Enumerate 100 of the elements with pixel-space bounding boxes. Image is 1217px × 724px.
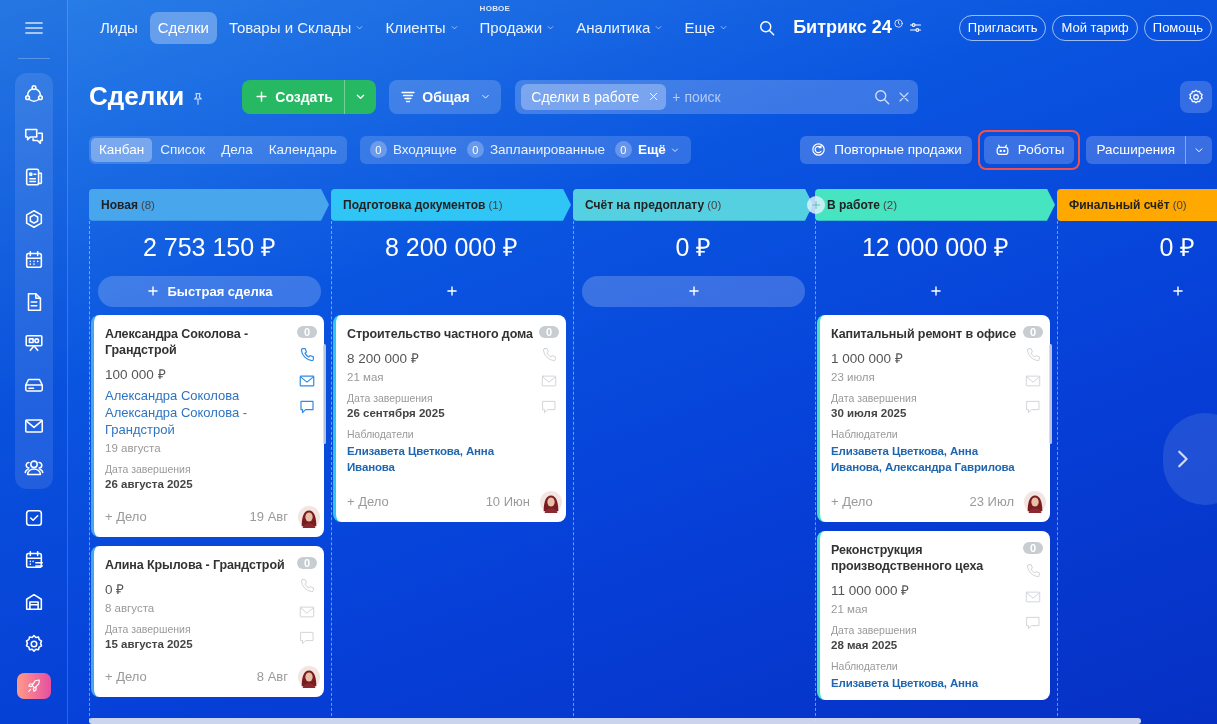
view-tab[interactable]: Канбан [91,137,153,162]
column-total: 2 753 150 ₽ [141,231,278,263]
deadline-date: 26 августа 2025 [105,477,194,490]
created-date: 23 июля [831,370,876,383]
observer-link[interactable]: Елизавета Цветкова, Анна Иванова, Александра Гаврилова [831,442,1021,475]
contact-link[interactable]: Александра Соколова [105,386,295,404]
column-total: 12 000 000 ₽ [860,231,1011,263]
plus-icon [810,198,822,211]
nav-tab[interactable]: Аналитика [568,11,673,44]
stage-title: В работе [827,197,880,212]
quick-deal-button[interactable]: Быстрая сделка [98,275,321,307]
counter-link[interactable]: Запланированные [489,142,605,158]
scrollbar[interactable] [89,718,1141,724]
stage-title: Счёт на предоплату [585,197,705,212]
stage-header[interactable]: В работе (2) [815,188,1055,221]
deal-amount: 8 200 000 ₽ [347,349,420,367]
deal-title[interactable]: Алина Крылова - Грандстрой [105,556,295,573]
view-tab[interactable]: Календарь [260,137,345,162]
activity-date: 23 Июл [969,494,1014,510]
brand-logo: Битрикс 24 [793,17,892,39]
nav-tab[interactable]: Клиенты [377,11,468,44]
page-title: Сделки [89,81,185,113]
contact-link[interactable]: Александра Соколова - Грандстрой [105,403,295,438]
view-tab[interactable]: Дела [213,137,261,162]
observer-link[interactable]: Елизавета Цветкова, Анна Иванова [347,442,537,475]
activity-date: 19 Авг [249,509,288,525]
created-date: 21 мая [347,370,385,383]
search-input[interactable]: + поиск [672,88,873,105]
stage-count: (0) [1172,198,1187,211]
create-menu-button[interactable] [344,79,377,114]
column-total: 8 200 000 ₽ [383,231,520,263]
deadline-date: 30 июля 2025 [831,406,908,419]
presentation-board-icon[interactable] [22,332,45,354]
clock-icon [892,18,904,30]
nav-tab[interactable]: Сделки [149,11,217,44]
stage-title: Финальный счёт [1069,197,1170,212]
deal-amount: 100 000 ₽ [105,365,167,383]
avatar [540,490,562,513]
field-label: Дата завершения [831,391,918,404]
column-total: 0 ₽ [674,231,713,263]
field-label: Наблюдатели [831,427,899,440]
add-activity-link[interactable]: + Дело [105,669,147,685]
extensions-button[interactable]: Расширения [1086,135,1185,164]
deal-amount: 11 000 000 ₽ [831,581,911,599]
counter-link[interactable]: Ещё [637,142,681,158]
created-date: 21 мая [831,602,869,615]
stage-header[interactable]: Новая (8) [89,188,329,221]
scrollbar[interactable] [323,343,326,444]
extensions-menu-button[interactable] [1185,135,1212,164]
filter-chip[interactable]: Сделки в работе [521,83,667,110]
deal-title[interactable]: Капитальный ремонт в офисе [831,325,1021,342]
deal-title[interactable]: Реконструкция производственного цеха [831,541,1021,574]
plus-icon [1170,284,1185,299]
rocket-icon [25,677,42,694]
counter-link[interactable]: Входящие [392,142,457,158]
field-label: Дата завершения [347,391,434,404]
nav-tab[interactable]: Еще [676,11,737,44]
deadline-date: 15 августа 2025 [105,637,194,650]
stage-title: Новая [101,197,138,212]
field-label: Дата завершения [105,462,192,475]
scrollbar[interactable] [1049,343,1052,444]
filter-preset-button[interactable]: Общая [389,79,502,114]
plus-icon [254,89,270,105]
settings-button[interactable] [1180,80,1212,113]
rocket-button[interactable] [16,672,51,699]
deal-amount: 0 ₽ [105,580,126,598]
column-total: 0 ₽ [1158,231,1197,263]
share-nodes-icon[interactable] [22,83,45,105]
new-label: НОВОЕ [479,3,511,13]
repeat-sales-button[interactable]: Повторные продажи [800,135,972,164]
nav-tab[interactable]: Продажи [471,11,565,44]
deadline-date: 26 сентября 2025 [347,406,446,419]
created-date: 8 августа [105,601,156,614]
add-activity-link[interactable]: + Дело [347,494,389,510]
add-activity-link[interactable]: + Дело [831,494,873,510]
avatar [1024,490,1046,513]
plus-icon [686,284,701,299]
field-label: Наблюдатели [831,659,899,672]
deal-title[interactable]: Строительство частного дома [347,325,537,342]
avatar [298,505,320,528]
add-activity-link[interactable]: + Дело [105,509,147,525]
activity-date: 8 Авг [256,669,288,685]
stage-count: (0) [707,198,722,211]
plus-icon [146,284,161,299]
stage-count: (1) [488,198,503,211]
deal-title[interactable]: Александра Соколова - Грандстрой [105,325,295,358]
observer-link[interactable]: Елизавета Цветкова, Анна [831,674,1021,691]
stage-header[interactable]: Подготовка документов (1) [331,188,571,221]
robots-button[interactable]: Роботы [983,135,1075,164]
field-label: Дата завершения [831,623,918,636]
stage-count: (8) [140,198,155,211]
nav-tab[interactable]: Лиды [92,11,146,44]
nav-tab[interactable]: Товары и Склады [220,11,374,44]
stage-header[interactable]: Финальный счёт (0) [1057,188,1217,221]
stage-title: Подготовка документов [343,197,486,212]
create-button[interactable]: Создать [242,79,345,114]
deal-amount: 1 000 000 ₽ [831,349,904,367]
view-tab[interactable]: Список [152,137,214,162]
avatar [298,665,320,688]
created-date: 19 августа [105,441,162,454]
